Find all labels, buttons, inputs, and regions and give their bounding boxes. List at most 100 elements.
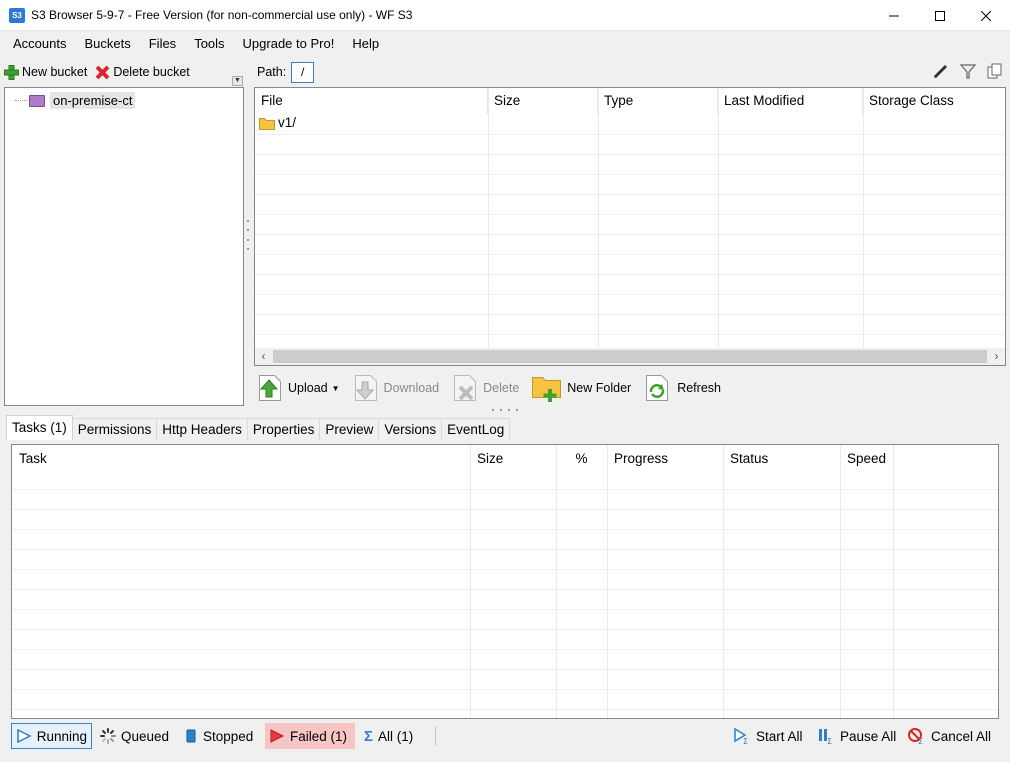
- tab-properties[interactable]: Properties: [246, 418, 321, 440]
- minimize-button[interactable]: [871, 0, 917, 31]
- file-list: File Size Type Last Modified Storage Cla…: [254, 87, 1006, 366]
- column-task-size[interactable]: Size: [470, 445, 556, 473]
- path-input[interactable]: /: [291, 61, 315, 83]
- column-status[interactable]: Status: [723, 445, 840, 473]
- delete-bucket-button[interactable]: Delete bucket: [95, 65, 190, 80]
- file-row[interactable]: v1/: [259, 115, 296, 130]
- cancel-all-button[interactable]: Σ Cancel All: [904, 723, 995, 749]
- new-folder-button[interactable]: New Folder: [531, 373, 631, 403]
- new-bucket-label: New bucket: [22, 65, 88, 79]
- window-title: S3 Browser 5-9-7 - Free Version (for non…: [31, 8, 413, 22]
- column-file[interactable]: File: [255, 88, 488, 114]
- queued-button[interactable]: Queued: [96, 723, 173, 749]
- bottom-tabs: Tasks (1) Permissions Http Headers Prope…: [6, 415, 511, 440]
- column-percent[interactable]: %: [556, 445, 607, 473]
- pause-all-button[interactable]: Σ Pause All: [813, 723, 900, 749]
- bucket-toolbar: New bucket Delete bucket: [4, 60, 244, 84]
- scroll-left-icon[interactable]: ‹: [255, 348, 272, 365]
- edit-pencil-icon[interactable]: [932, 62, 950, 80]
- column-storage-class[interactable]: Storage Class: [863, 88, 1005, 114]
- menu-bar: Accounts Buckets Files Tools Upgrade to …: [0, 31, 1010, 56]
- task-filter-bar: Running Queued Stopped Failed (1) Σ All …: [0, 720, 1010, 762]
- start-all-icon: Σ: [734, 728, 748, 744]
- upload-button[interactable]: Upload ▼: [256, 372, 340, 404]
- refresh-icon: [646, 375, 669, 401]
- menu-files[interactable]: Files: [140, 31, 185, 56]
- column-speed[interactable]: Speed: [840, 445, 893, 473]
- tab-permissions[interactable]: Permissions: [71, 418, 158, 440]
- sigma-icon: Σ: [364, 727, 374, 745]
- horizontal-splitter[interactable]: [492, 409, 518, 412]
- running-label: Running: [36, 728, 87, 744]
- failed-label: Failed (1): [290, 728, 348, 744]
- play-icon: [17, 729, 32, 743]
- copy-pages-icon[interactable]: [986, 62, 1004, 80]
- menu-buckets[interactable]: Buckets: [75, 31, 139, 56]
- column-progress[interactable]: Progress: [607, 445, 723, 473]
- path-label: Path:: [257, 65, 287, 79]
- title-bar: S3 S3 Browser 5-9-7 - Free Version (for …: [0, 0, 1010, 31]
- upload-label: Upload: [288, 381, 328, 395]
- tab-http-headers[interactable]: Http Headers: [156, 418, 248, 440]
- delete-x-icon: [95, 65, 110, 79]
- pause-all-label: Pause All: [840, 728, 897, 744]
- horizontal-scrollbar[interactable]: ‹ ›: [255, 348, 1005, 365]
- stopped-label: Stopped: [203, 728, 254, 744]
- running-button[interactable]: Running: [11, 723, 92, 749]
- spinner-icon: [100, 728, 116, 744]
- menu-help[interactable]: Help: [343, 31, 388, 56]
- menu-accounts[interactable]: Accounts: [4, 31, 75, 56]
- stopped-button[interactable]: Stopped: [180, 723, 257, 749]
- separator: [435, 726, 436, 746]
- refresh-label: Refresh: [677, 381, 721, 395]
- task-grid: Task Size % Progress Status Speed: [11, 444, 999, 719]
- refresh-button[interactable]: Refresh: [643, 372, 721, 404]
- file-name: v1/: [278, 115, 297, 130]
- close-button[interactable]: [963, 0, 1009, 31]
- delete-file-icon: [454, 375, 477, 401]
- delete-button[interactable]: Delete: [451, 372, 519, 404]
- start-all-label: Start All: [756, 728, 803, 744]
- tab-tasks[interactable]: Tasks (1): [6, 415, 73, 440]
- tab-versions[interactable]: Versions: [378, 418, 443, 440]
- column-last-modified[interactable]: Last Modified: [718, 88, 863, 114]
- menu-upgrade[interactable]: Upgrade to Pro!: [234, 31, 344, 56]
- maximize-button[interactable]: [917, 0, 963, 31]
- path-bar: Path: /: [254, 60, 1006, 84]
- new-folder-label: New Folder: [567, 381, 632, 395]
- delete-bucket-label: Delete bucket: [113, 65, 190, 79]
- new-bucket-button[interactable]: New bucket: [4, 64, 88, 80]
- stop-icon: [186, 729, 196, 743]
- upload-icon: [259, 375, 281, 401]
- start-all-button[interactable]: Σ Start All: [729, 723, 807, 749]
- all-label: All (1): [378, 728, 414, 744]
- column-task[interactable]: Task: [12, 445, 470, 473]
- all-button[interactable]: Σ All (1): [360, 723, 417, 749]
- close-icon: [981, 10, 991, 21]
- minimize-icon: [889, 15, 899, 16]
- column-size[interactable]: Size: [488, 88, 598, 114]
- chevron-down-icon[interactable]: ▼: [332, 384, 340, 393]
- new-folder-icon: [532, 377, 562, 402]
- bucket-tree: on-premise-ct: [4, 87, 244, 406]
- filter-icon[interactable]: [959, 62, 977, 80]
- tab-preview[interactable]: Preview: [319, 418, 380, 440]
- failed-button[interactable]: Failed (1): [265, 723, 355, 749]
- vertical-splitter[interactable]: [246, 220, 250, 250]
- scroll-thumb[interactable]: [273, 350, 987, 363]
- menu-tools[interactable]: Tools: [185, 31, 233, 56]
- svg-text:Σ: Σ: [918, 737, 923, 744]
- list-tools: [932, 62, 1004, 80]
- download-button[interactable]: Download: [352, 372, 440, 404]
- tree-connector: [15, 100, 27, 101]
- failed-play-icon: [270, 729, 285, 743]
- queued-label: Queued: [121, 728, 170, 744]
- folder-icon: [259, 117, 275, 130]
- tab-eventlog[interactable]: EventLog: [441, 418, 511, 440]
- column-type[interactable]: Type: [598, 88, 718, 114]
- toolbar-overflow-button[interactable]: ▼: [232, 76, 243, 86]
- scroll-right-icon[interactable]: ›: [988, 348, 1005, 365]
- download-label: Download: [383, 381, 440, 395]
- tree-node-label: on-premise-ct: [50, 92, 136, 109]
- tree-node[interactable]: on-premise-ct: [15, 92, 136, 109]
